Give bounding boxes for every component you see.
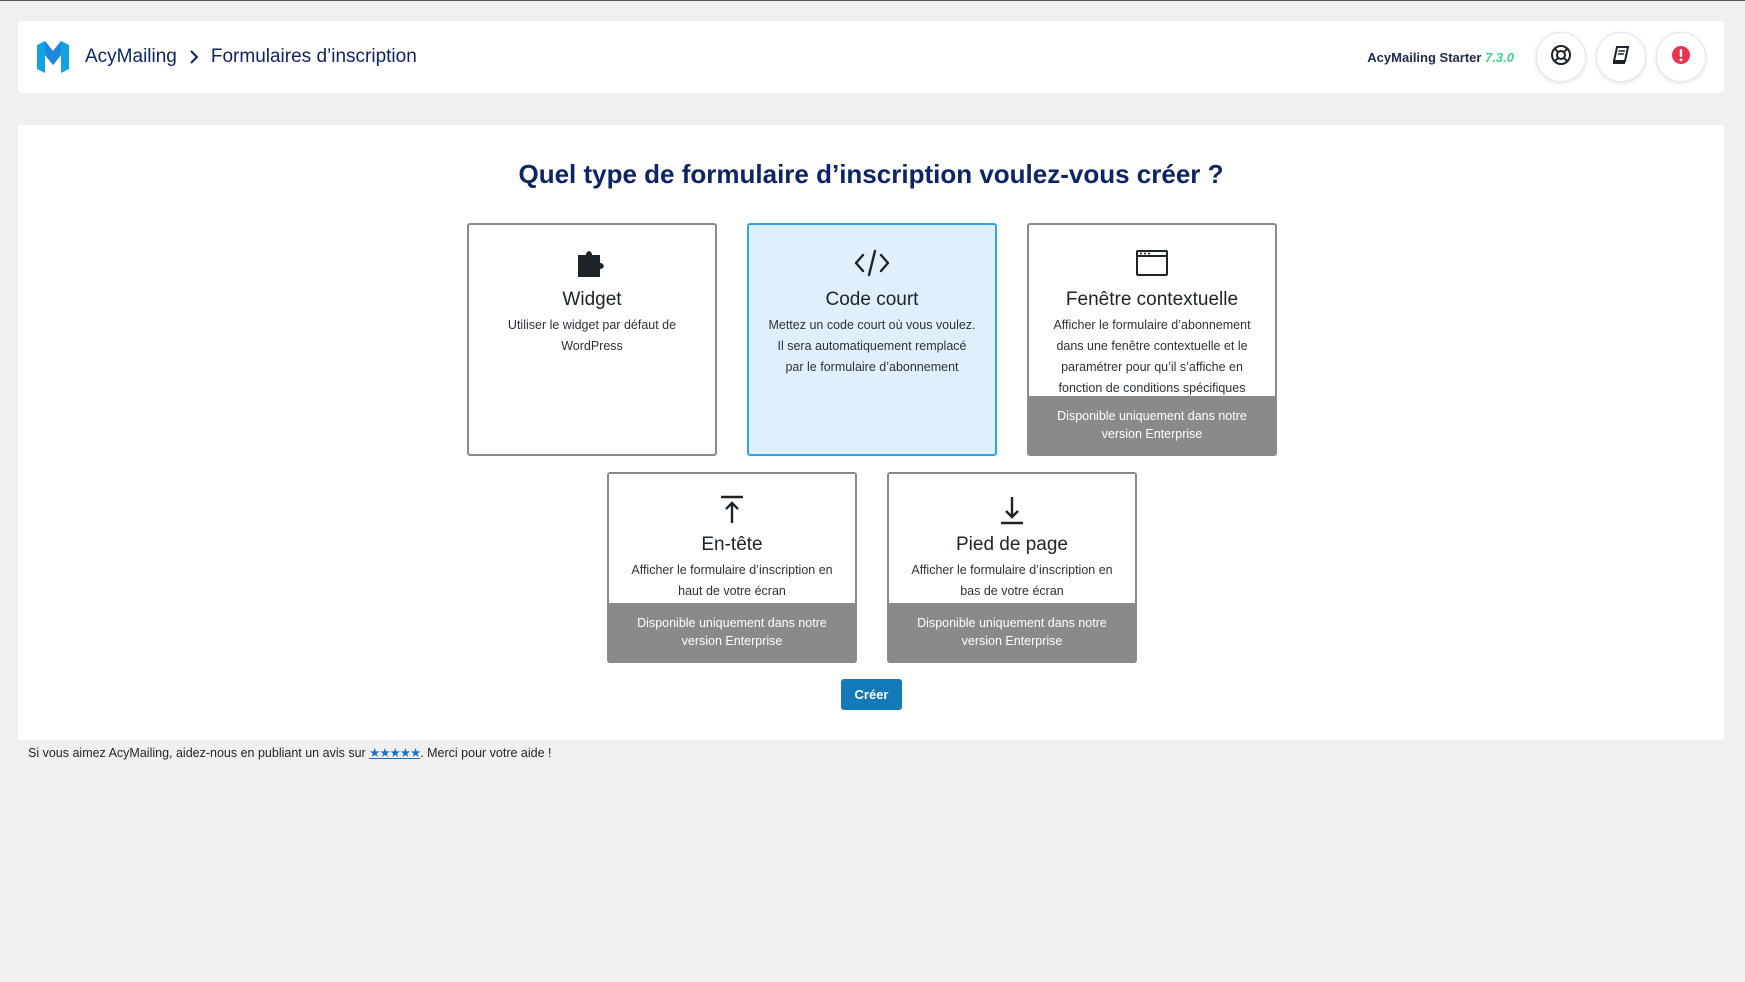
version-label: AcyMailing Starter 7.3.0: [1367, 50, 1514, 65]
main-panel: Quel type de formulaire d’inscription vo…: [18, 125, 1724, 740]
arrow-up-to-line-icon: [609, 490, 855, 530]
card-description: Utiliser le widget par défaut de WordPre…: [507, 318, 677, 353]
arrow-down-to-line-icon: [889, 490, 1135, 530]
help-lifebuoy-icon: [1550, 44, 1572, 71]
card-title: Widget: [562, 289, 622, 310]
footer-text-after: . Merci pour votre aide !: [420, 746, 552, 760]
top-actions: AcyMailing Starter 7.3.0: [1367, 32, 1706, 82]
logo-icon[interactable]: [33, 37, 73, 77]
review-stars-link[interactable]: ★★★★★: [369, 746, 421, 760]
enterprise-only-banner: Disponible uniquement dans notre version…: [1029, 396, 1275, 454]
alert-icon: [1671, 45, 1691, 70]
card-title: Fenêtre contextuelle: [1065, 289, 1239, 310]
code-icon: [749, 243, 995, 283]
breadcrumb-home[interactable]: AcyMailing: [85, 46, 177, 68]
version-name: AcyMailing Starter: [1367, 49, 1482, 65]
card-description: Mettez un code court où vous voulez. Il …: [768, 318, 976, 374]
chevron-right-icon: [189, 50, 199, 64]
form-type-card-shortcode[interactable]: Code court Mettez un code court où vous …: [747, 223, 997, 456]
version-number: 7.3.0: [1485, 49, 1514, 65]
documentation-button[interactable]: [1596, 32, 1646, 82]
footer-text-before: Si vous aimez AcyMailing, aidez-nous en …: [28, 746, 370, 760]
card-description: Afficher le formulaire d’inscription en …: [631, 563, 833, 598]
page-title: Quel type de formulaire d’inscription vo…: [518, 159, 1224, 189]
form-type-card-popup[interactable]: Fenêtre contextuelle Afficher le formula…: [1027, 223, 1277, 456]
breadcrumb-current: Formulaires d’inscription: [210, 46, 417, 67]
card-title: Code court: [825, 289, 919, 310]
enterprise-only-banner: Disponible uniquement dans notre version…: [609, 603, 855, 661]
card-title: En-tête: [701, 534, 763, 555]
create-button[interactable]: Créer: [841, 679, 902, 710]
documentation-book-icon: [1611, 45, 1631, 70]
form-type-card-footer[interactable]: Pied de page Afficher le formulaire d’in…: [887, 472, 1137, 663]
puzzle-icon: [469, 243, 715, 283]
alert-button[interactable]: [1656, 32, 1706, 82]
top-bar: AcyMailing Formulaires d’inscription Acy…: [18, 21, 1724, 93]
card-title: Pied de page: [956, 534, 1068, 555]
window-icon: [1029, 243, 1275, 283]
enterprise-only-banner: Disponible uniquement dans notre version…: [889, 603, 1135, 661]
footer-review-text: Si vous aimez AcyMailing, aidez-nous en …: [28, 745, 552, 760]
form-type-card-header[interactable]: En-tête Afficher le formulaire d’inscrip…: [607, 472, 857, 663]
breadcrumb: AcyMailing Formulaires d’inscription: [33, 37, 417, 77]
help-button[interactable]: [1536, 32, 1586, 82]
card-description: Afficher le formulaire d’inscription en …: [911, 563, 1113, 598]
card-description: Afficher le formulaire d’abonnement dans…: [1053, 318, 1251, 395]
form-type-card-widget[interactable]: Widget Utiliser le widget par défaut de …: [467, 223, 717, 456]
